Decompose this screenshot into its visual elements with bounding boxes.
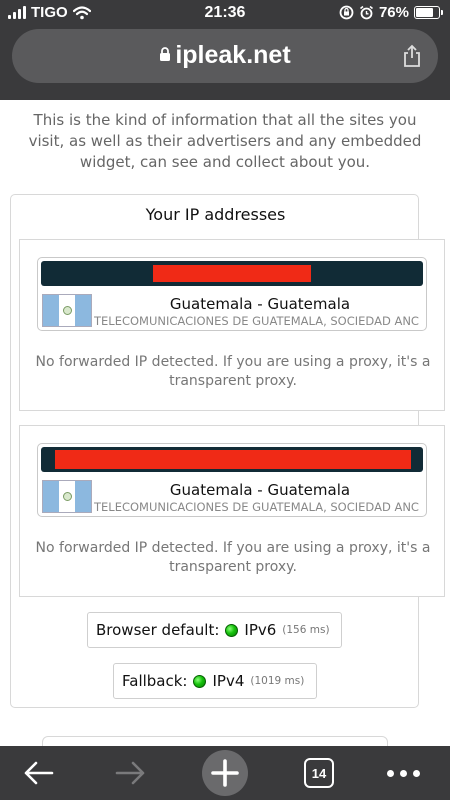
battery-fill bbox=[416, 8, 433, 17]
ip-location: Guatemala - Guatemala bbox=[169, 295, 351, 313]
status-bar: TIGO 21:36 76% bbox=[0, 0, 450, 26]
fallback-protocol: Fallback: IPv4 (1019 ms) bbox=[113, 663, 317, 699]
forward-arrow-icon bbox=[115, 761, 145, 785]
lock-icon bbox=[160, 47, 171, 61]
url-text: ipleak.net bbox=[175, 41, 291, 69]
panel-title: Your IP addresses bbox=[145, 205, 286, 224]
guatemala-flag-icon bbox=[42, 294, 92, 327]
status-ok-icon bbox=[193, 674, 207, 688]
browser-default-label: Browser default: bbox=[96, 621, 220, 639]
share-icon[interactable] bbox=[402, 44, 422, 68]
tabs-button[interactable]: 14 bbox=[299, 746, 339, 800]
ip-entry: Guatemala - Guatemala TELECOMUNICACIONES… bbox=[19, 239, 445, 411]
more-menu-button[interactable] bbox=[378, 746, 428, 800]
browser-bottom-toolbar: 14 bbox=[0, 746, 450, 800]
ip-location: Guatemala - Guatemala bbox=[169, 481, 351, 499]
status-ok-icon bbox=[225, 623, 239, 637]
screen-rotation-lock-icon bbox=[339, 5, 354, 20]
battery-icon bbox=[414, 6, 443, 19]
open-tabs-count: 14 bbox=[311, 765, 327, 781]
new-tab-button[interactable] bbox=[201, 746, 249, 800]
redacted-ip-address bbox=[55, 450, 411, 469]
browser-default-protocol: Browser default: IPv6 (156 ms) bbox=[87, 612, 342, 648]
ip-card: Guatemala - Guatemala TELECOMUNICACIONES… bbox=[37, 257, 427, 331]
more-icon bbox=[386, 769, 420, 777]
forwarded-ip-note: No forwarded IP detected. If you are usi… bbox=[35, 354, 431, 389]
browser-default-ip-version: IPv6 bbox=[244, 621, 277, 639]
tabs-icon: 14 bbox=[304, 758, 334, 788]
plus-icon bbox=[211, 759, 239, 787]
browser-top-chrome: TIGO 21:36 76% ipleak.net bbox=[0, 0, 450, 100]
ip-address-bar bbox=[41, 261, 423, 286]
ip-card: Guatemala - Guatemala TELECOMUNICACIONES… bbox=[37, 443, 427, 517]
browser-default-time: (156 ms) bbox=[282, 624, 330, 636]
guatemala-flag-icon bbox=[42, 480, 92, 513]
battery-percentage: 76% bbox=[378, 4, 409, 21]
fallback-label: Fallback: bbox=[122, 672, 188, 690]
new-tab-circle bbox=[202, 750, 248, 796]
forwarded-ip-note: No forwarded IP detected. If you are usi… bbox=[35, 540, 431, 575]
ip-isp: TELECOMUNICACIONES DE GUATEMALA, SOCIEDA… bbox=[94, 500, 419, 514]
back-arrow-icon bbox=[24, 761, 54, 785]
intro-text: This is the kind of information that all… bbox=[28, 111, 422, 171]
ip-addresses-panel: Your IP addresses Guatemala - Guatemala … bbox=[10, 194, 445, 708]
status-bar-right: 76% bbox=[339, 4, 443, 21]
address-bar[interactable]: ipleak.net bbox=[12, 29, 438, 83]
back-button[interactable] bbox=[16, 746, 60, 800]
ip-address-bar bbox=[41, 447, 423, 472]
redacted-ip-address bbox=[153, 265, 311, 282]
url-display[interactable]: ipleak.net bbox=[12, 41, 438, 70]
fallback-time: (1019 ms) bbox=[250, 675, 305, 687]
fallback-ip-version: IPv4 bbox=[212, 672, 245, 690]
ip-isp: TELECOMUNICACIONES DE GUATEMALA, SOCIEDA… bbox=[94, 314, 419, 328]
ip-entry: Guatemala - Guatemala TELECOMUNICACIONES… bbox=[19, 425, 445, 597]
forward-button[interactable] bbox=[109, 746, 153, 800]
alarm-icon bbox=[359, 5, 373, 20]
